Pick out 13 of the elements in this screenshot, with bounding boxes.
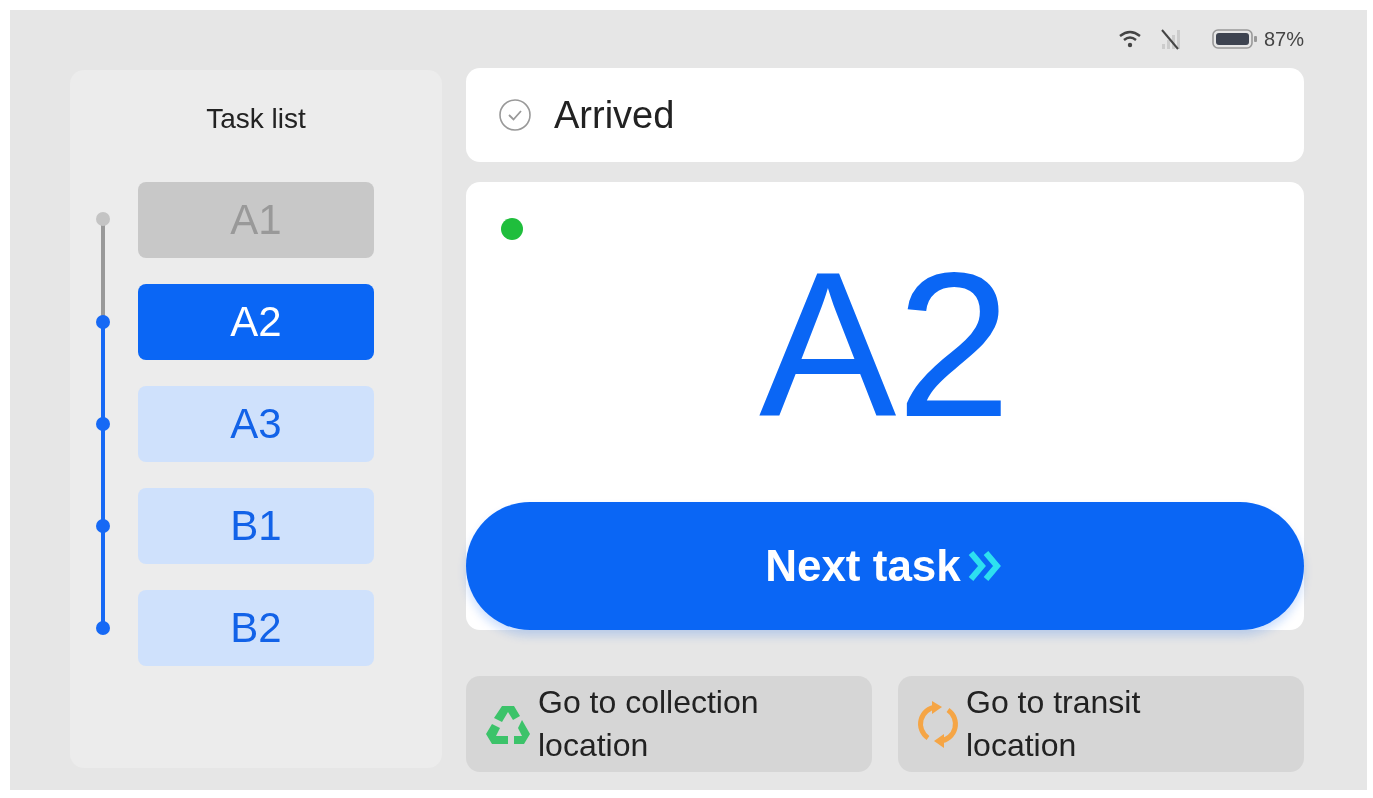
battery-icon (1211, 28, 1258, 50)
task-item[interactable]: A2 (138, 284, 374, 360)
task-item[interactable]: A3 (138, 386, 374, 462)
current-task-label: A2 (759, 242, 1011, 448)
status-text: Arrived (554, 93, 675, 137)
battery-percentage: 87% (1263, 27, 1304, 51)
navigation-button[interactable]: Go to collection location (466, 676, 872, 772)
task-item[interactable]: B1 (138, 488, 374, 564)
task-list-title: Task list (206, 102, 306, 136)
next-task-button[interactable]: Next task (466, 502, 1304, 630)
check-circle-icon (498, 98, 532, 132)
navigation-button[interactable]: Go to transit location (898, 676, 1304, 772)
task-item[interactable]: B2 (138, 590, 374, 666)
